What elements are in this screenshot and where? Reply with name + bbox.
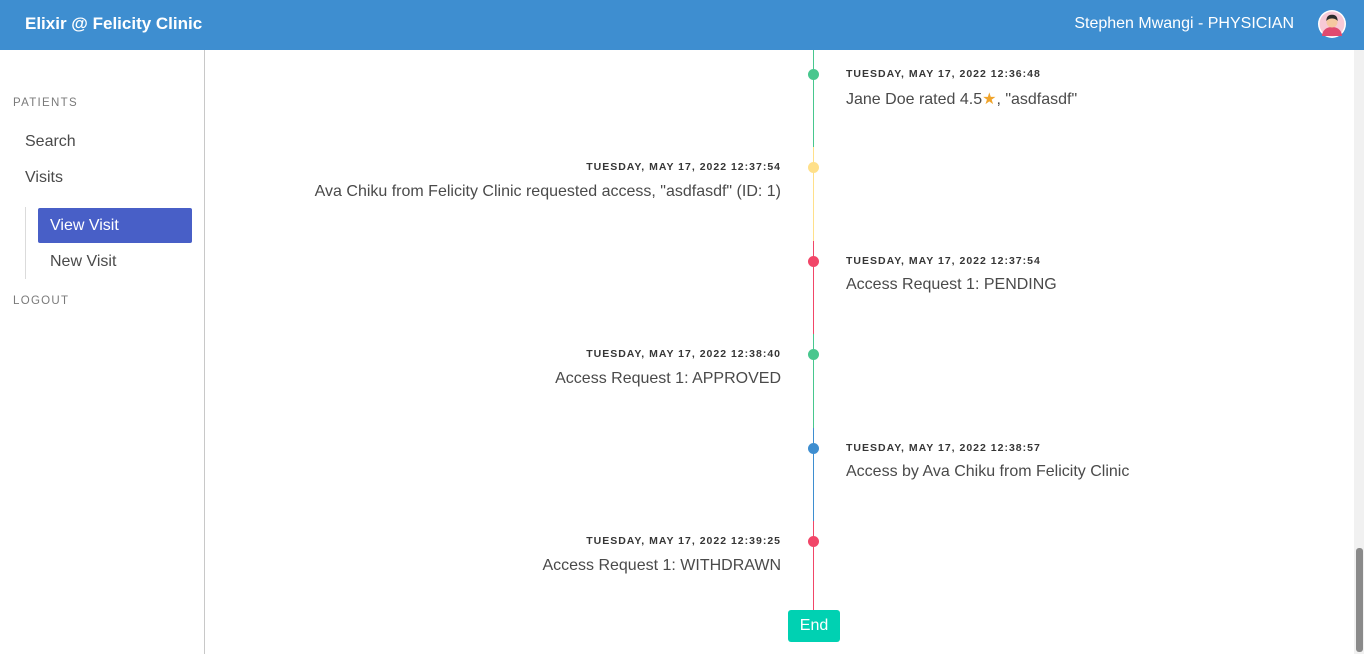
event-text: Ava Chiku from Felicity Clinic requested… <box>314 183 781 200</box>
timeline-line-segment <box>813 50 814 147</box>
event-timestamp: TUESDAY, MAY 17, 2022 12:37:54 <box>586 161 781 173</box>
timeline-marker <box>808 536 819 547</box>
event-timestamp: TUESDAY, MAY 17, 2022 12:36:48 <box>846 68 1041 80</box>
timeline-end-tag: End <box>788 610 840 642</box>
timeline-marker <box>808 69 819 80</box>
visit-timeline: TUESDAY, MAY 17, 2022 12:36:48 Jane Doe … <box>205 50 1354 654</box>
timeline-line-segment <box>813 521 814 610</box>
event-timestamp: TUESDAY, MAY 17, 2022 12:38:57 <box>846 442 1041 454</box>
event-text: Access Request 1: PENDING <box>846 276 1057 293</box>
sidebar: PATIENTS Search Visits View Visit New Vi… <box>0 50 205 654</box>
user-avatar-icon[interactable] <box>1318 10 1346 38</box>
sidebar-item-new-visit[interactable]: New Visit <box>50 253 116 271</box>
patients-menu-label: PATIENTS <box>13 97 78 109</box>
timeline-marker <box>808 443 819 454</box>
event-timestamp: TUESDAY, MAY 17, 2022 12:37:54 <box>846 255 1041 267</box>
event-timestamp: TUESDAY, MAY 17, 2022 12:38:40 <box>586 348 781 360</box>
sidebar-item-search[interactable]: Search <box>25 133 76 151</box>
event-text: Access Request 1: APPROVED <box>555 370 781 387</box>
timeline-marker <box>808 162 819 173</box>
event-text: Access by Ava Chiku from Felicity Clinic <box>846 463 1130 480</box>
event-text-part: Jane Doe rated 4.5 <box>846 91 983 108</box>
timeline-line-segment <box>813 241 814 334</box>
top-navbar: Elixir @ Felicity Clinic Stephen Mwangi … <box>0 0 1364 50</box>
submenu-divider <box>25 207 26 279</box>
timeline-marker <box>808 256 819 267</box>
star-icon: ★ <box>982 91 997 108</box>
timeline-line-segment <box>813 428 814 521</box>
event-text: Jane Doe rated 4.5★, "asdfasdf" <box>846 89 1077 109</box>
page-scrollbar-thumb[interactable] <box>1356 548 1363 652</box>
app-brand[interactable]: Elixir @ Felicity Clinic <box>25 14 202 34</box>
sidebar-item-visits[interactable]: Visits <box>25 169 63 187</box>
event-timestamp: TUESDAY, MAY 17, 2022 12:39:25 <box>586 535 781 547</box>
event-text-part: , "asdfasdf" <box>996 91 1078 108</box>
timeline-marker <box>808 349 819 360</box>
event-text: Access Request 1: WITHDRAWN <box>542 557 781 574</box>
user-name[interactable]: Stephen Mwangi - PHYSICIAN <box>1074 15 1294 33</box>
sidebar-item-view-visit[interactable]: View Visit <box>38 208 192 243</box>
logout-link[interactable]: LOGOUT <box>13 295 69 307</box>
